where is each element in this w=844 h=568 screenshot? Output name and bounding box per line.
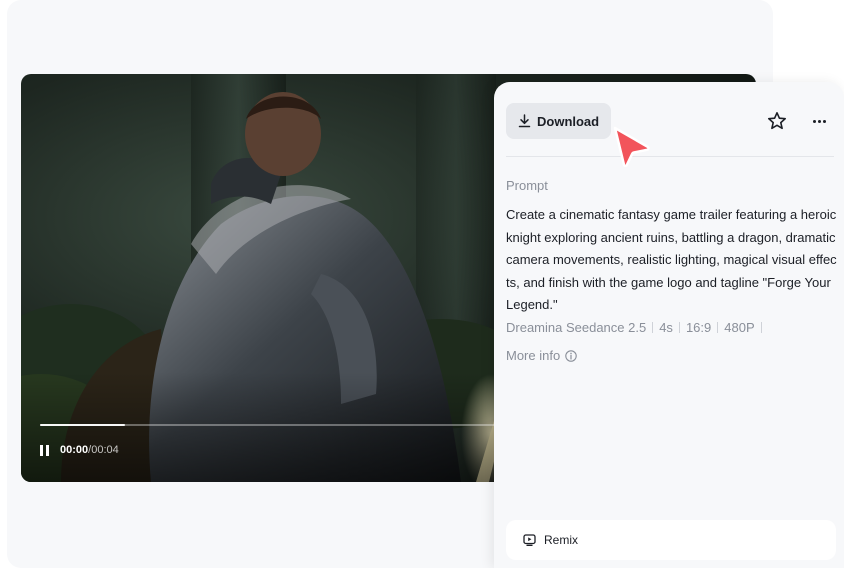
- time-display: 00:00/00:04: [60, 444, 119, 456]
- star-icon[interactable]: [766, 110, 788, 132]
- meta-divider: [678, 322, 680, 333]
- download-label: Download: [537, 113, 600, 129]
- meta-duration: 4s: [659, 320, 673, 335]
- more-info-link[interactable]: More info: [506, 348, 577, 363]
- duration: 00:04: [91, 444, 119, 456]
- info-icon: [565, 349, 577, 362]
- meta-model: Dreamina Seedance 2.5: [506, 320, 647, 335]
- meta-divider: [717, 322, 719, 333]
- generation-meta: Dreamina Seedance 2.5 4s 16:9 480P: [506, 320, 768, 335]
- remix-button[interactable]: Remix: [506, 520, 836, 560]
- prompt-label: Prompt: [506, 178, 548, 193]
- download-button[interactable]: Download: [506, 103, 612, 139]
- remix-label: Remix: [544, 533, 579, 547]
- meta-resolution: 480P: [724, 320, 755, 335]
- more-info-label: More info: [506, 348, 561, 363]
- current-time: 00:00: [60, 444, 89, 456]
- divider: [506, 156, 834, 157]
- video-controls: 00:00/00:04: [40, 444, 119, 456]
- meta-divider: [760, 322, 762, 333]
- meta-ratio: 16:9: [685, 320, 712, 335]
- download-icon: [518, 114, 531, 128]
- details-panel: Download Prompt Create a cinematic fanta…: [494, 82, 844, 568]
- more-horizontal-icon[interactable]: [808, 110, 830, 132]
- progress-bar[interactable]: [40, 424, 510, 426]
- pointer-cursor-icon: [613, 126, 650, 168]
- prompt-text: Create a cinematic fantasy game trailer …: [506, 207, 837, 312]
- progress-fill: [40, 424, 125, 426]
- meta-divider: [652, 322, 654, 333]
- pause-icon[interactable]: [40, 444, 52, 456]
- remix-icon: [523, 534, 536, 546]
- app-stage: 00:00/00:04 Download Prompt Create a cin…: [0, 0, 844, 568]
